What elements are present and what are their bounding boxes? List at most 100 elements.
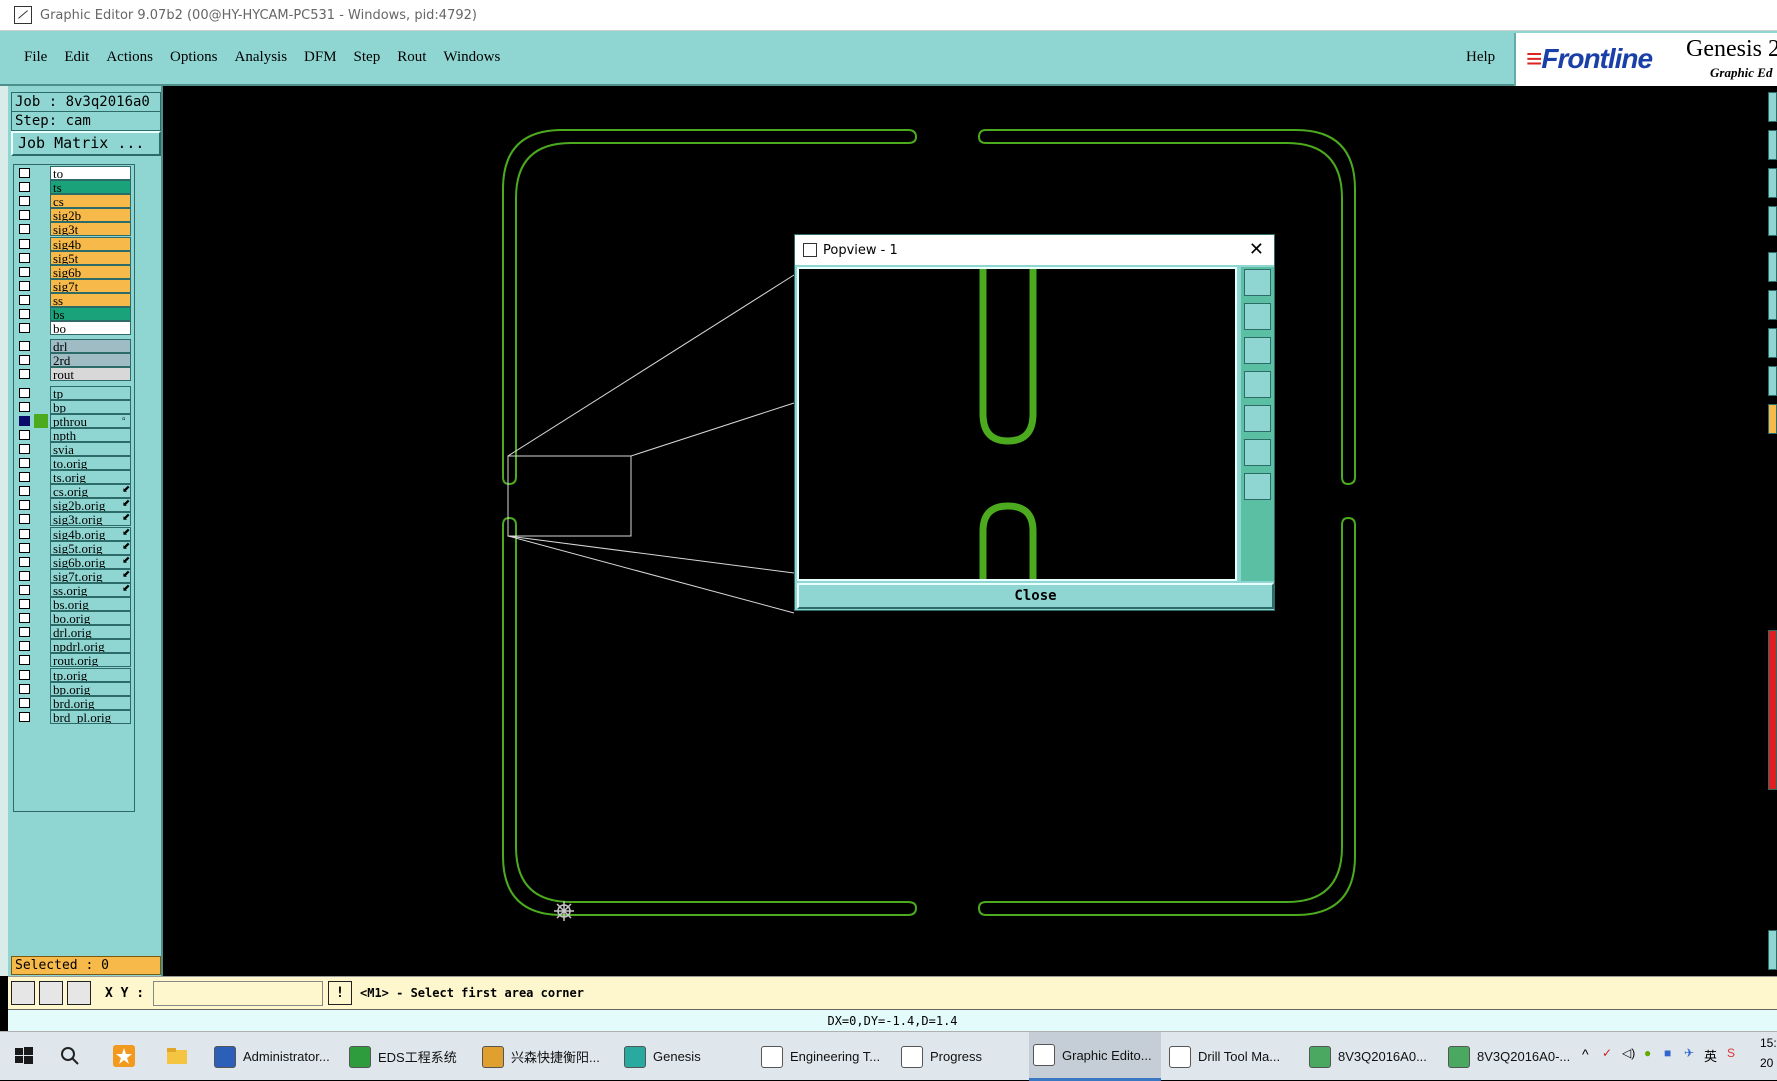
popview-close-button[interactable]: Close [797, 583, 1274, 609]
layer-name[interactable]: bs [50, 307, 131, 321]
layer-name[interactable]: ts [50, 180, 131, 195]
layer-row[interactable]: ts [14, 179, 134, 195]
layer-name[interactable]: sig6b.orig [50, 554, 131, 569]
pan-down-icon[interactable] [1244, 337, 1271, 364]
layer-checkbox[interactable] [19, 182, 30, 193]
layer-name[interactable]: sig3t [50, 222, 131, 237]
layer-checkbox[interactable] [19, 599, 30, 609]
right-tool-2[interactable] [1768, 130, 1777, 160]
tray-app2-icon[interactable]: ■ [1664, 1046, 1671, 1060]
layer-name[interactable]: to [50, 166, 131, 180]
clock-date[interactable]: 20 [1760, 1056, 1773, 1070]
menu-windows[interactable]: Windows [443, 49, 500, 66]
right-tool-8[interactable] [1768, 366, 1777, 396]
layer-row[interactable]: bo [14, 320, 134, 336]
layer-checkbox[interactable] [19, 514, 30, 525]
layer-checkbox[interactable] [19, 401, 30, 412]
layer-row[interactable]: 2rd [14, 352, 134, 368]
layer-checkbox[interactable] [19, 486, 30, 497]
right-tool-3[interactable] [1768, 168, 1777, 198]
layer-row[interactable]: ss.orig ⬋ [14, 582, 134, 597]
taskbar-item[interactable]: 兴森快捷衡阳... [478, 1032, 616, 1081]
tray-chevron-icon[interactable]: ^ [1582, 1046, 1589, 1062]
layer-name[interactable]: svia [50, 441, 131, 456]
layer-checkbox[interactable] [19, 294, 30, 305]
layer-name[interactable]: tp.orig [50, 667, 131, 682]
layer-checkbox[interactable] [19, 323, 30, 334]
layer-row[interactable]: bp [14, 399, 134, 414]
layer-name[interactable]: bo [50, 321, 131, 336]
layer-name[interactable]: bo.orig [50, 611, 131, 626]
layer-name[interactable]: sig4b [50, 236, 131, 251]
taskbar-item[interactable]: Administrator... [210, 1032, 338, 1081]
pan-left-icon[interactable] [1244, 371, 1271, 398]
measure-mode-icon[interactable] [39, 981, 63, 1005]
layer-name[interactable]: rout.orig [50, 653, 131, 668]
layer-row[interactable]: bp.orig [14, 681, 134, 696]
select-mode-icon[interactable] [11, 981, 35, 1005]
layer-row[interactable]: rout.orig [14, 652, 134, 668]
layer-name[interactable]: to.orig [50, 456, 131, 470]
layer-name[interactable]: drl.orig [50, 625, 131, 640]
ime-indicator[interactable]: 英 [1704, 1046, 1717, 1065]
menu-options[interactable]: Options [170, 49, 218, 66]
layer-checkbox[interactable] [19, 355, 30, 366]
tray-volume-icon[interactable]: ◁) [1622, 1046, 1635, 1060]
layer-checkbox[interactable] [19, 210, 30, 221]
layer-row[interactable]: bs [14, 306, 134, 321]
layer-name[interactable]: sig3t.orig [50, 512, 131, 527]
search-icon[interactable] [58, 1044, 82, 1068]
taskbar-item[interactable]: Drill Tool Ma... [1165, 1032, 1299, 1081]
layer-row[interactable]: rout [14, 366, 134, 382]
layer-checkbox[interactable] [19, 309, 30, 319]
layer-checkbox[interactable] [19, 458, 30, 468]
layer-name[interactable]: ss [50, 292, 131, 307]
layer-name[interactable]: sig2b.orig [50, 498, 131, 513]
layer-row[interactable]: pthrou ▫ [14, 413, 134, 428]
taskbar-item[interactable]: 8V3Q2016A0... [1305, 1032, 1439, 1081]
layer-row[interactable]: sig5t.orig ⬋ [14, 540, 134, 555]
grid-snap-icon[interactable] [67, 981, 91, 1005]
layer-row[interactable]: sig5t [14, 250, 134, 265]
close-icon[interactable]: ✕ [1249, 239, 1264, 260]
popview-canvas[interactable] [797, 267, 1237, 581]
layer-checkbox[interactable] [19, 280, 30, 291]
layer-name[interactable]: ts.orig [50, 470, 131, 485]
right-tool-9[interactable] [1768, 404, 1777, 434]
layer-checkbox[interactable] [19, 224, 30, 235]
layer-name[interactable]: cs [50, 194, 131, 209]
alert-button[interactable]: ! [328, 981, 352, 1005]
layer-name[interactable]: rout [50, 367, 131, 382]
zoom-in-icon[interactable] [1244, 439, 1271, 466]
layer-row[interactable]: to [14, 165, 134, 180]
layer-name[interactable]: sig6b [50, 264, 131, 279]
taskbar-item[interactable]: EDS工程系统 [345, 1032, 473, 1081]
layer-checkbox[interactable] [19, 415, 30, 426]
layer-row[interactable]: bo.orig [14, 610, 134, 626]
layer-checkbox[interactable] [19, 196, 30, 207]
right-tool-5[interactable] [1768, 252, 1777, 282]
layer-row[interactable]: sig4b [14, 236, 134, 251]
layer-row[interactable]: sig7t.orig ⬋ [14, 568, 134, 583]
layer-name[interactable]: sig2b [50, 208, 131, 223]
menu-edit[interactable]: Edit [64, 49, 89, 66]
layer-row[interactable]: cs [14, 193, 134, 209]
layer-checkbox[interactable] [19, 429, 30, 440]
layer-name[interactable]: cs.orig [50, 484, 131, 499]
tray-app3-icon[interactable]: ✈ [1684, 1046, 1694, 1060]
layer-name[interactable]: bp [50, 399, 131, 414]
layer-checkbox[interactable] [19, 627, 30, 638]
layer-name[interactable]: bp.orig [50, 681, 131, 696]
layer-row[interactable]: svia [14, 441, 134, 456]
xy-input[interactable] [153, 981, 323, 1006]
tray-app-icon[interactable]: ● [1644, 1046, 1651, 1060]
tray-sogou-icon[interactable]: S [1727, 1046, 1735, 1060]
right-tool-6[interactable] [1768, 290, 1777, 320]
layer-checkbox[interactable] [19, 683, 30, 694]
layer-checkbox[interactable] [19, 168, 30, 178]
zoom-fit-icon[interactable] [1244, 269, 1271, 296]
layer-name[interactable]: bs.orig [50, 597, 131, 611]
pan-right-icon[interactable] [1244, 405, 1271, 432]
layer-name[interactable]: 2rd [50, 353, 131, 368]
pan-up-icon[interactable] [1244, 303, 1271, 330]
